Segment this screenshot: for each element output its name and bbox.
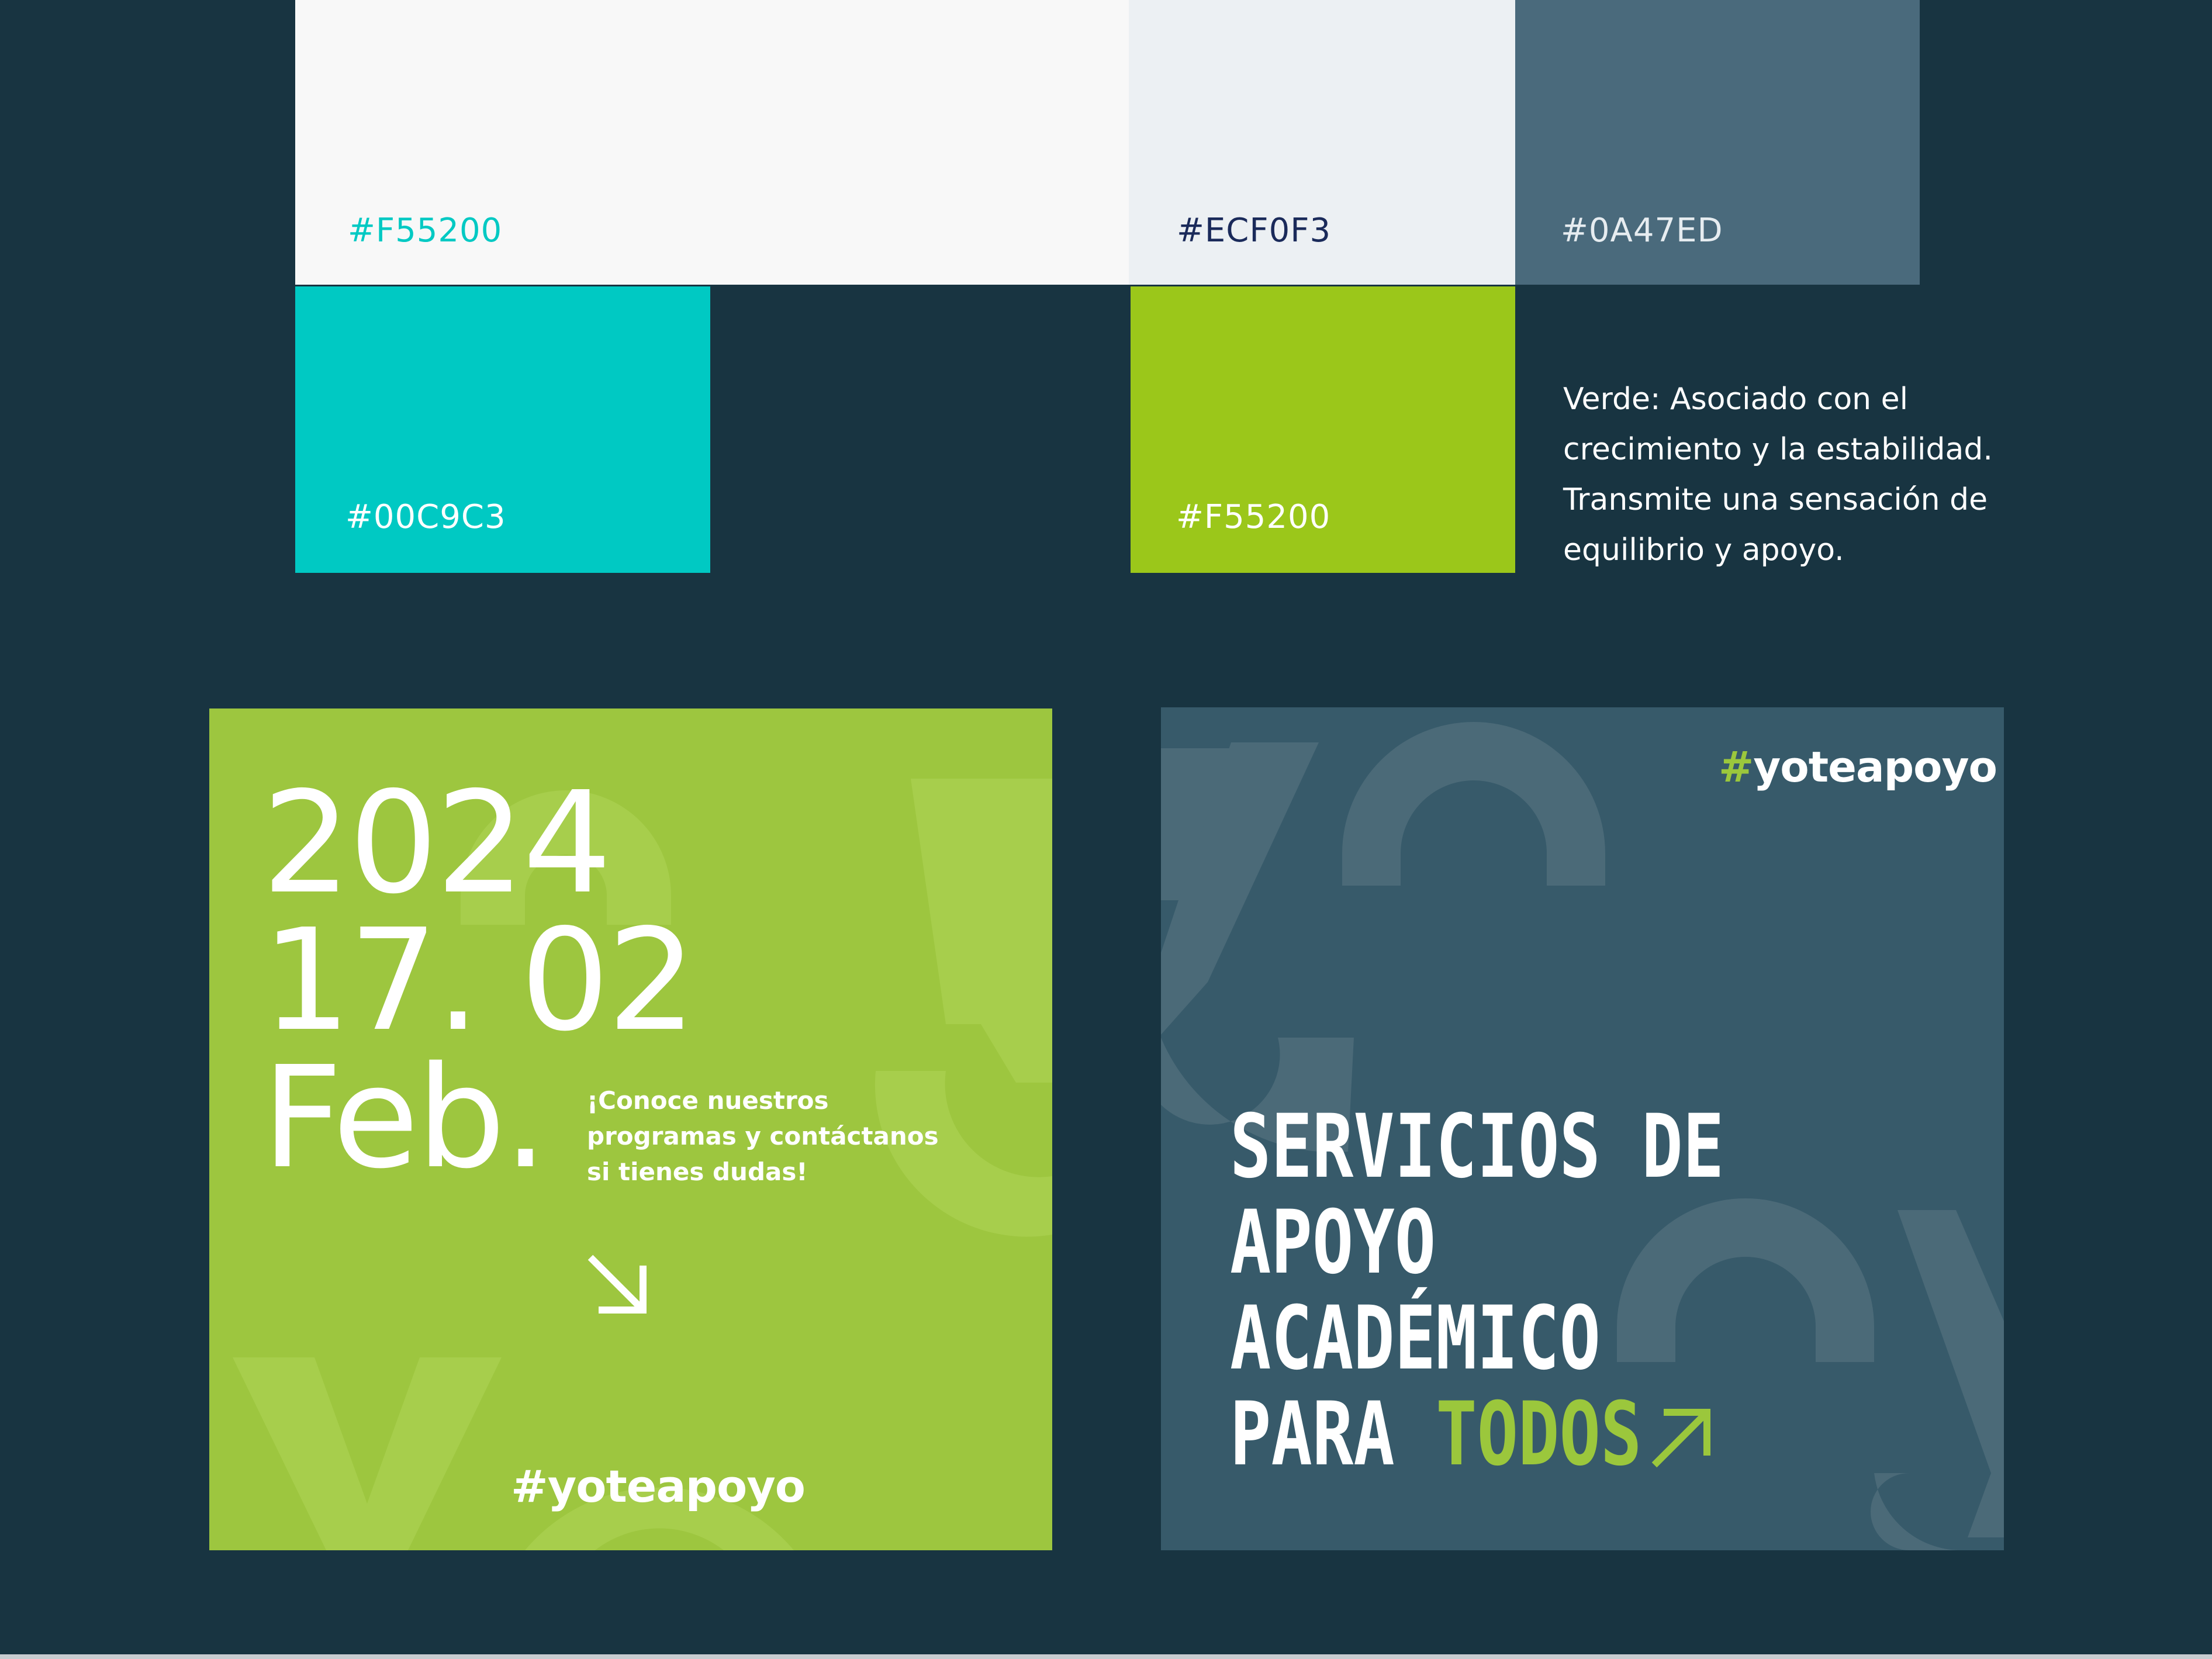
event-month: Feb. — [262, 1036, 548, 1200]
arrow-down-right-icon — [582, 1249, 652, 1319]
headline-line-1: SERVICIOS DE — [1230, 1096, 1724, 1198]
swatch-white-hex-label: #F55200 — [348, 212, 503, 250]
background-y-right-shape — [1898, 1210, 2004, 1537]
background-c-right-shape — [1871, 1473, 1962, 1550]
services-card: #yoteapoyo SERVICIOS DE APOYO ACADÉMICO … — [1161, 707, 2004, 1550]
event-year: 2024 — [262, 761, 612, 925]
event-card: 2024 17. 02 Feb. ¡Conoce nuestros progra… — [209, 708, 1052, 1550]
background-y-bottom-shape — [233, 1357, 502, 1550]
background-arch-top-shape — [1342, 722, 1605, 886]
background-y-shape — [911, 779, 1052, 1083]
hashtag-text: yoteapoyo — [1753, 742, 1997, 792]
headline-line-3: ACADÉMICO — [1230, 1288, 1601, 1390]
arrow-up-right-icon — [1646, 1403, 1716, 1473]
swatch-light-gray-hex-label: #ECF0F3 — [1177, 212, 1332, 250]
palette-description: Verde: Asociado con el crecimiento y la … — [1563, 382, 1993, 568]
swatch-white: #F55200 — [295, 0, 1129, 285]
event-message: ¡Conoce nuestros programas y contáctanos… — [587, 1086, 939, 1186]
swatch-green: #F55200 — [1131, 286, 1515, 573]
headline-todos: TODOS — [1436, 1384, 1642, 1485]
swatch-slate-hex-label: #0A47ED — [1561, 212, 1723, 250]
swatch-slate: #0A47ED — [1515, 0, 1920, 285]
hashtag-symbol: # — [1719, 742, 1754, 792]
swatch-light-gray: #ECF0F3 — [1129, 0, 1515, 285]
swatch-teal: #00C9C3 — [295, 286, 710, 573]
hashtag-symbol: # — [511, 1460, 548, 1512]
swatch-teal-hex-label: #00C9C3 — [345, 498, 506, 536]
swatch-green-hex-label: #F55200 — [1176, 498, 1331, 536]
event-hashtag: #yoteapoyo — [511, 1460, 806, 1512]
event-date: 17. 02 — [262, 898, 696, 1062]
hashtag-text: yoteapoyo — [547, 1460, 806, 1512]
headline-para: PARA — [1230, 1384, 1395, 1485]
headline-line-2: APOYO — [1230, 1192, 1436, 1294]
bottom-divider — [0, 1654, 2212, 1659]
services-hashtag: #yoteapoyo — [1719, 742, 1997, 792]
